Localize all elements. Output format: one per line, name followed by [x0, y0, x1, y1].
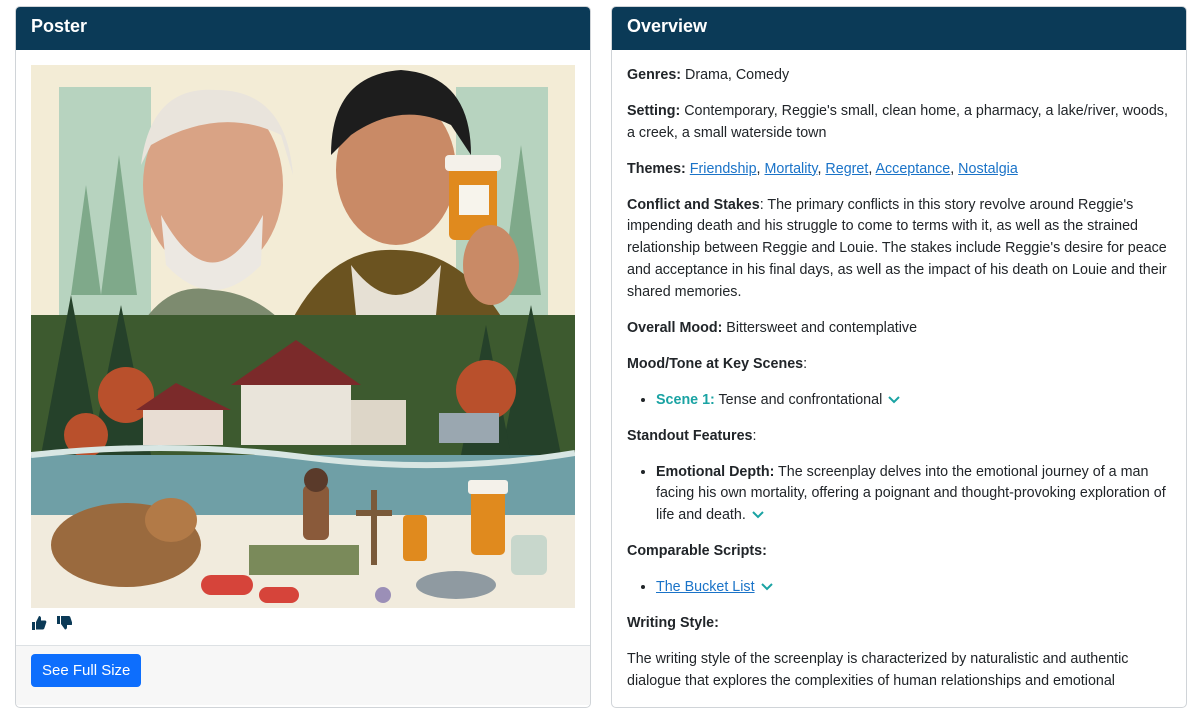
comparable-script-link[interactable]: The Bucket List [656, 579, 755, 595]
theme-link-acceptance[interactable]: Acceptance [876, 161, 951, 177]
mood-row: Overall Mood: Bittersweet and contemplat… [627, 318, 1172, 340]
theme-link-nostalgia[interactable]: Nostalgia [958, 161, 1018, 177]
theme-link-mortality[interactable]: Mortality [765, 161, 818, 177]
scene-item[interactable]: Scene 1: Tense and confrontational [656, 390, 1172, 412]
scene-value: Tense and confrontational [714, 391, 883, 408]
comparable-label: Comparable Scripts: [627, 542, 767, 559]
overview-card: Overview Genres: Drama, Comedy Setting: … [611, 6, 1187, 708]
setting-row: Setting: Contemporary, Reggie's small, c… [627, 101, 1172, 144]
standout-label: Standout Features [627, 427, 753, 444]
mood-label: Overall Mood: [627, 319, 723, 336]
writing-style-label: Writing Style: [627, 614, 719, 631]
thumbs-down-icon[interactable] [56, 615, 73, 631]
genres-label: Genres: [627, 67, 682, 83]
themes-row: Themes: Friendship, Mortality, Regret, A… [627, 160, 1018, 177]
standout-heading: Standout Features: [627, 426, 1172, 448]
genres-value: Drama, Comedy [681, 67, 790, 83]
scene-list: Scene 1: Tense and confrontational [627, 390, 1172, 412]
mood-tone-label: Mood/Tone at Key Scenes [627, 355, 804, 372]
chevron-down-icon[interactable] [760, 582, 773, 592]
overview-card-title: Overview [612, 7, 1186, 50]
standout-list: Emotional Depth: The screenplay delves i… [627, 462, 1172, 527]
standout-suffix: : [752, 427, 757, 444]
genres-row: Genres: Drama, Comedy [627, 65, 1172, 87]
mood-value: Bittersweet and contemplative [722, 319, 918, 336]
setting-label: Setting: [627, 103, 681, 119]
mood-tone-heading: Mood/Tone at Key Scenes: [627, 354, 1172, 376]
poster-image[interactable] [31, 65, 575, 608]
standout-item-label: Emotional Depth: [656, 463, 775, 480]
writing-style-heading: Writing Style: [627, 613, 1172, 635]
chevron-down-icon[interactable] [752, 510, 764, 520]
standout-item[interactable]: Emotional Depth: The screenplay delves i… [656, 462, 1172, 527]
thumbs-up-icon[interactable] [31, 615, 47, 631]
conflict-label: Conflict and Stakes [627, 196, 760, 213]
chevron-down-icon[interactable] [888, 395, 900, 405]
poster-card: Poster See Full Size [15, 6, 591, 708]
theme-link-regret[interactable]: Regret [825, 161, 868, 177]
comparable-heading: Comparable Scripts: [627, 541, 1172, 563]
scene-label: Scene 1: [656, 391, 715, 408]
theme-link-friendship[interactable]: Friendship [690, 161, 757, 177]
themes-label: Themes: [627, 160, 686, 177]
conflict-row: Conflict and Stakes: The primary conflic… [627, 195, 1172, 304]
comparable-list: The Bucket List [627, 577, 1172, 599]
see-full-size-button[interactable]: See Full Size [31, 654, 142, 687]
writing-style-text: The writing style of the screenplay is c… [627, 650, 1129, 689]
mood-tone-suffix: : [803, 355, 808, 372]
poster-card-title: Poster [16, 7, 590, 50]
poster-card-footer: See Full Size [16, 645, 590, 705]
setting-value: Contemporary, Reggie's small, clean home… [627, 103, 1168, 141]
comparable-item: The Bucket List [656, 577, 1172, 599]
